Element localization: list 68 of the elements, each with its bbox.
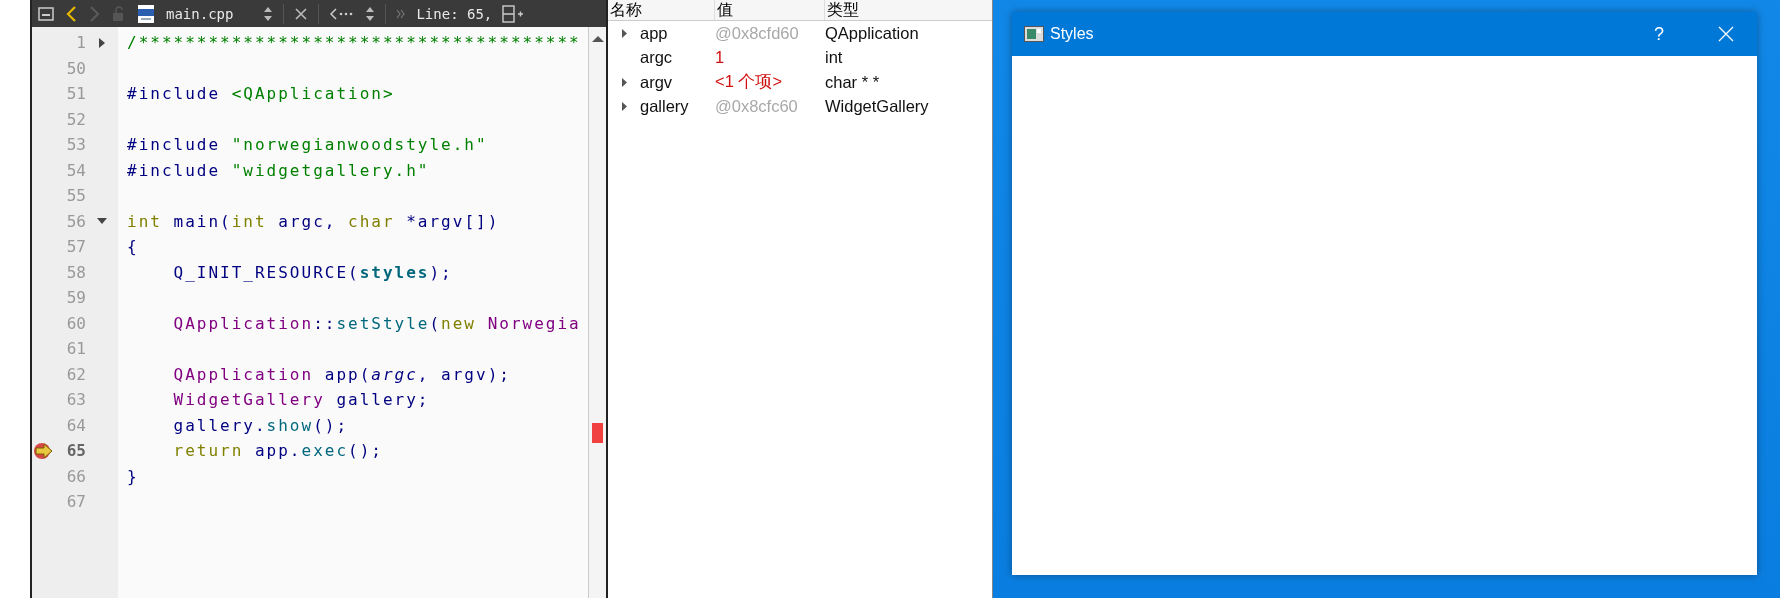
code-line: #include "norwegianwoodstyle.h" xyxy=(127,135,488,155)
line-number: 56 xyxy=(65,211,86,231)
variable-name: argv xyxy=(640,72,674,92)
window-icon[interactable] xyxy=(38,6,54,21)
line-number: 52 xyxy=(65,109,86,129)
line-number: 62 xyxy=(65,364,86,384)
scrollbar[interactable] xyxy=(588,27,606,598)
variable-value: 1 xyxy=(715,48,726,68)
close-icon[interactable] xyxy=(294,6,309,21)
code-line: #include <QApplication> xyxy=(127,84,395,104)
column-header[interactable]: 类型 xyxy=(825,0,992,20)
variable-type: WidgetGallery xyxy=(825,97,929,117)
scroll-up-icon[interactable] xyxy=(590,35,605,43)
line-number: 63 xyxy=(65,390,86,410)
line-number: 61 xyxy=(65,339,86,359)
code-line: Q_INIT_RESOURCE(styles); xyxy=(172,262,453,282)
code-line: #include "widgetgallery.h" xyxy=(127,160,430,180)
line-number: 50 xyxy=(65,58,86,78)
line-number: 53 xyxy=(65,135,86,155)
code-line: } xyxy=(127,466,139,486)
line-number: 65 xyxy=(65,441,86,461)
fold-collapsed-icon[interactable] xyxy=(98,36,106,49)
up-down-icon[interactable] xyxy=(365,5,376,22)
code-line: int main(int argc, char *argv[]) xyxy=(127,211,500,231)
line-number: 54 xyxy=(65,160,86,180)
column-header[interactable]: 名称 xyxy=(608,0,715,20)
breakpoint-arrow-icon[interactable] xyxy=(33,441,55,460)
variable-value: @0x8cfd60 xyxy=(715,23,800,43)
code-line: QApplication::setStyle(new Norwegia xyxy=(172,313,581,333)
variable-type: int xyxy=(825,48,843,68)
up-down-icon[interactable] xyxy=(263,5,274,22)
variable-name: app xyxy=(640,23,669,43)
chevrons-icon[interactable] xyxy=(396,8,407,19)
code-line: gallery.show(); xyxy=(172,415,349,435)
line-number: 51 xyxy=(65,84,86,104)
line-number: 64 xyxy=(65,415,86,435)
code-line: WidgetGallery gallery; xyxy=(172,390,430,410)
fold-expanded-icon[interactable] xyxy=(96,217,108,226)
line-number: 58 xyxy=(65,262,86,282)
column-header[interactable]: 值 xyxy=(715,0,825,20)
expand-arrow-icon[interactable] xyxy=(620,76,628,88)
window-title: Styles xyxy=(1050,25,1094,43)
split-icon[interactable] xyxy=(502,4,525,23)
line-number: 57 xyxy=(65,237,86,257)
line-number: 67 xyxy=(65,492,86,512)
code-line: return app.exec(); xyxy=(172,441,383,461)
variable-value: @0x8cfc60 xyxy=(715,97,799,117)
expand-arrow-icon[interactable] xyxy=(620,27,628,39)
code-line: { xyxy=(127,237,139,257)
variable-name: argc xyxy=(640,48,674,68)
code-line: /************************************** xyxy=(127,33,581,53)
variable-type: char * * xyxy=(825,72,880,92)
line-number: 55 xyxy=(65,186,86,206)
variable-value: <1 个项> xyxy=(715,71,784,93)
breakpoint-marker xyxy=(592,423,603,443)
expand-arrow-icon[interactable] xyxy=(620,101,628,113)
line-number: 1 xyxy=(75,33,86,53)
app-icon xyxy=(1024,26,1044,42)
variable-type: QApplication xyxy=(825,23,919,43)
cursor-position[interactable]: Line: 65, xyxy=(416,5,493,22)
line-number: 66 xyxy=(65,466,86,486)
cpp-file-icon xyxy=(136,3,156,24)
file-name[interactable]: main.cpp xyxy=(166,5,234,22)
variable-name: gallery xyxy=(640,97,690,117)
line-number: 59 xyxy=(65,288,86,308)
close-icon xyxy=(1718,26,1734,42)
line-number: 60 xyxy=(65,313,86,333)
code-line: QApplication app(argc, argv); xyxy=(172,364,511,384)
